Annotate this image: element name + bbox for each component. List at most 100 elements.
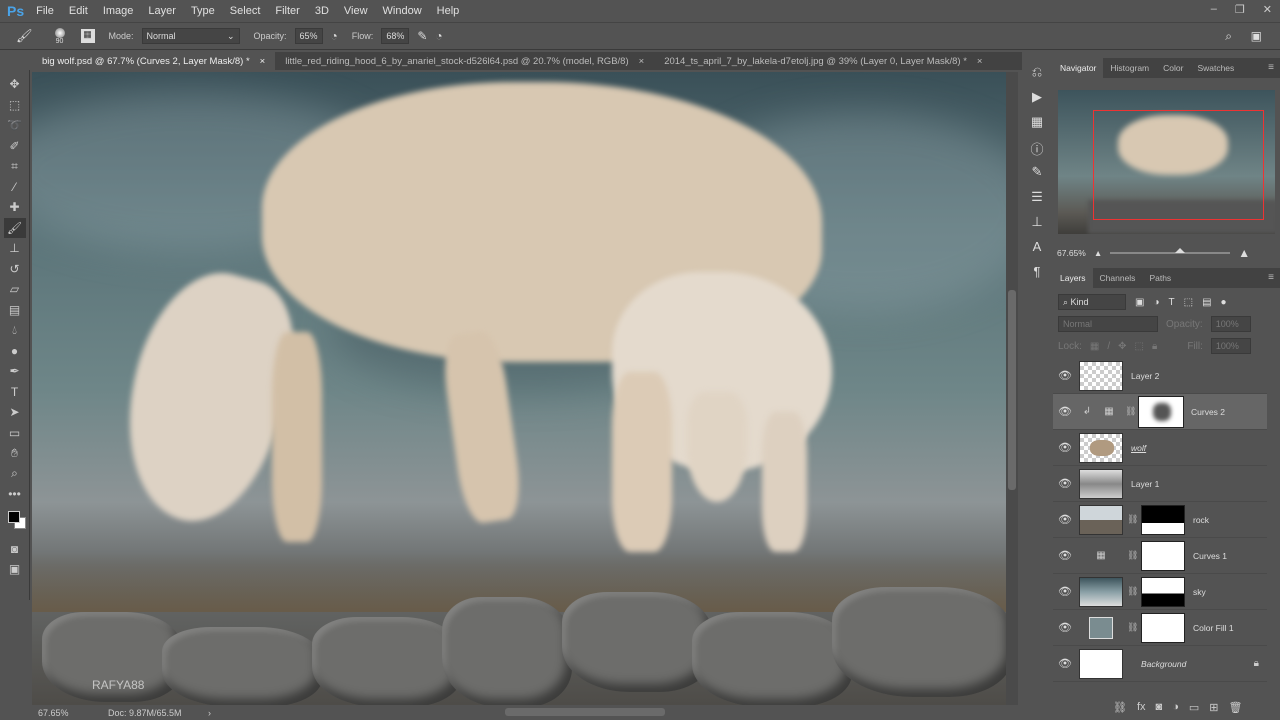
- filter-kind-select[interactable]: ⌕ Kind: [1058, 294, 1126, 310]
- menu-edit[interactable]: Edit: [69, 5, 88, 17]
- layer-row[interactable]: 👁︎ Layer 2: [1053, 358, 1267, 394]
- pressure-size-icon[interactable]: ◔: [435, 29, 442, 43]
- rectangle-tool-icon[interactable]: ▭: [4, 423, 26, 444]
- menu-layer[interactable]: Layer: [148, 5, 176, 17]
- menu-window[interactable]: Window: [383, 5, 422, 17]
- lock-all-icon[interactable]: 🔒︎: [1152, 341, 1157, 352]
- tab-2014-ts-april[interactable]: 2014_ts_april_7_by_lakela-d7etolj.jpg @ …: [654, 52, 992, 70]
- history-brush-tool-icon[interactable]: ↺: [4, 259, 26, 280]
- visibility-eye-icon[interactable]: 👁︎: [1053, 621, 1077, 634]
- new-group-icon[interactable]: ▭: [1189, 701, 1199, 714]
- paragraph-icon[interactable]: ¶: [1034, 264, 1041, 284]
- vertical-scroll-thumb[interactable]: [1008, 290, 1016, 490]
- layer-row[interactable]: 👁︎ Layer 1: [1053, 466, 1267, 502]
- visibility-eye-icon[interactable]: 👁︎: [1053, 405, 1077, 418]
- layer-row[interactable]: 👁︎ Background 🔒︎: [1053, 646, 1267, 682]
- layer-mask-thumbnail[interactable]: [1141, 504, 1185, 535]
- filter-type-icon[interactable]: T: [1169, 297, 1175, 308]
- menu-image[interactable]: Image: [103, 5, 134, 17]
- zoom-slider[interactable]: [1110, 248, 1231, 254]
- layer-mask-thumbnail[interactable]: [1141, 576, 1185, 607]
- color-swatches-icon[interactable]: [4, 505, 26, 539]
- zoom-slider-handle[interactable]: [1175, 248, 1186, 253]
- history-icon[interactable]: ⎌: [1032, 64, 1042, 84]
- layer-row[interactable]: 👁︎ ⛓︎ Color Fill 1: [1053, 610, 1267, 646]
- mode-select[interactable]: Normal ⌄: [141, 28, 240, 44]
- lock-pixels-icon[interactable]: /: [1107, 341, 1110, 352]
- workspace-icon[interactable]: ▣: [1251, 29, 1262, 43]
- link-icon[interactable]: ⛓︎: [1127, 550, 1138, 561]
- filter-smart-object-icon[interactable]: ▤: [1202, 297, 1211, 308]
- eraser-tool-icon[interactable]: ▱: [4, 279, 26, 300]
- dodge-tool-icon[interactable]: ●: [4, 341, 26, 362]
- hand-tool-icon[interactable]: ✋︎: [4, 443, 26, 464]
- path-selection-tool-icon[interactable]: ➤: [4, 402, 26, 423]
- visibility-eye-icon[interactable]: 👁︎: [1053, 441, 1077, 454]
- add-mask-icon[interactable]: ◙: [1156, 701, 1163, 714]
- visibility-eye-icon[interactable]: 👁︎: [1053, 549, 1077, 562]
- layer-row[interactable]: 👁︎ ⛓︎ sky: [1053, 574, 1267, 610]
- tab-paths[interactable]: Paths: [1142, 268, 1178, 288]
- tab-channels[interactable]: Channels: [1093, 268, 1143, 288]
- opacity-input[interactable]: 65%: [294, 28, 323, 44]
- filter-toggle-icon[interactable]: ●: [1221, 297, 1227, 308]
- link-icon[interactable]: ⛓︎: [1125, 406, 1136, 417]
- menu-3d[interactable]: 3D: [315, 5, 329, 17]
- pen-tool-icon[interactable]: ✒: [4, 361, 26, 382]
- menu-select[interactable]: Select: [230, 5, 261, 17]
- zoom-in-icon[interactable]: ▲: [1238, 246, 1250, 260]
- clone-source-icon[interactable]: ⊥: [1031, 214, 1042, 234]
- tab-color[interactable]: Color: [1156, 58, 1190, 78]
- quick-mask-icon[interactable]: ◙: [4, 539, 26, 560]
- menu-file[interactable]: File: [36, 5, 54, 17]
- layer-row[interactable]: 👁︎ wolf: [1053, 430, 1267, 466]
- visibility-eye-icon[interactable]: 👁︎: [1053, 513, 1077, 526]
- brush-preset-picker[interactable]: 90: [54, 27, 65, 45]
- visibility-eye-icon[interactable]: 👁︎: [1053, 657, 1077, 670]
- restore-icon[interactable]: ❐: [1235, 3, 1245, 16]
- filter-adjustment-icon[interactable]: ◑: [1153, 297, 1159, 308]
- layer-style-fx-icon[interactable]: fx: [1137, 701, 1146, 714]
- close-icon[interactable]: ✕: [1263, 3, 1272, 16]
- crop-tool-icon[interactable]: ⌗: [4, 156, 26, 177]
- new-adjustment-icon[interactable]: ◑: [1172, 701, 1179, 714]
- move-tool-icon[interactable]: ✥: [4, 74, 26, 95]
- filter-shape-icon[interactable]: ⬚: [1184, 297, 1193, 308]
- brush-panel-toggle-icon[interactable]: ▦: [80, 29, 95, 43]
- minimize-icon[interactable]: –: [1211, 3, 1217, 16]
- menu-view[interactable]: View: [344, 5, 368, 17]
- airbrush-icon[interactable]: ✎: [417, 29, 427, 43]
- brush-tool-icon[interactable]: 🖌︎: [16, 28, 33, 44]
- panel-menu-icon[interactable]: ≡: [1268, 62, 1274, 73]
- character-icon[interactable]: A: [1033, 239, 1042, 259]
- layer-row[interactable]: 👁︎ ▦ ⛓︎ Curves 1: [1053, 538, 1267, 574]
- tab-swatches[interactable]: Swatches: [1190, 58, 1241, 78]
- navigator-preview[interactable]: [1058, 90, 1275, 234]
- lock-artboard-icon[interactable]: ⬚: [1135, 341, 1144, 352]
- healing-brush-tool-icon[interactable]: ✚: [4, 197, 26, 218]
- blend-mode-select[interactable]: Normal: [1058, 316, 1158, 332]
- navigator-zoom-value[interactable]: 67.65%: [1057, 248, 1086, 258]
- clone-stamp-tool-icon[interactable]: ⊥: [4, 238, 26, 259]
- lock-position-icon[interactable]: ✥: [1118, 341, 1126, 352]
- flow-input[interactable]: 68%: [381, 28, 410, 44]
- link-icon[interactable]: ⛓︎: [1127, 514, 1138, 525]
- link-layers-icon[interactable]: ⛓︎: [1113, 701, 1127, 714]
- layer-row[interactable]: 👁︎ ⛓︎ rock: [1053, 502, 1267, 538]
- close-tab-icon[interactable]: ×: [977, 56, 983, 67]
- horizontal-scroll-thumb[interactable]: [505, 708, 665, 716]
- status-menu-icon[interactable]: ›: [208, 708, 211, 718]
- close-tab-icon[interactable]: ×: [260, 56, 266, 67]
- zoom-tool-icon[interactable]: ⌕: [4, 464, 26, 485]
- tab-navigator[interactable]: Navigator: [1053, 58, 1104, 78]
- menu-filter[interactable]: Filter: [275, 5, 299, 17]
- tab-layers[interactable]: Layers: [1053, 268, 1093, 288]
- layer-mask-thumbnail[interactable]: [1141, 540, 1185, 571]
- document-canvas[interactable]: RAFYA88: [32, 72, 1006, 705]
- visibility-eye-icon[interactable]: 👁︎: [1053, 369, 1077, 382]
- zoom-out-icon[interactable]: ▲: [1094, 248, 1102, 258]
- filter-pixel-icon[interactable]: ▣: [1135, 297, 1144, 308]
- blur-tool-icon[interactable]: 💧︎: [4, 320, 26, 341]
- tab-histogram[interactable]: Histogram: [1103, 58, 1156, 78]
- fill-input[interactable]: 100%: [1210, 338, 1251, 354]
